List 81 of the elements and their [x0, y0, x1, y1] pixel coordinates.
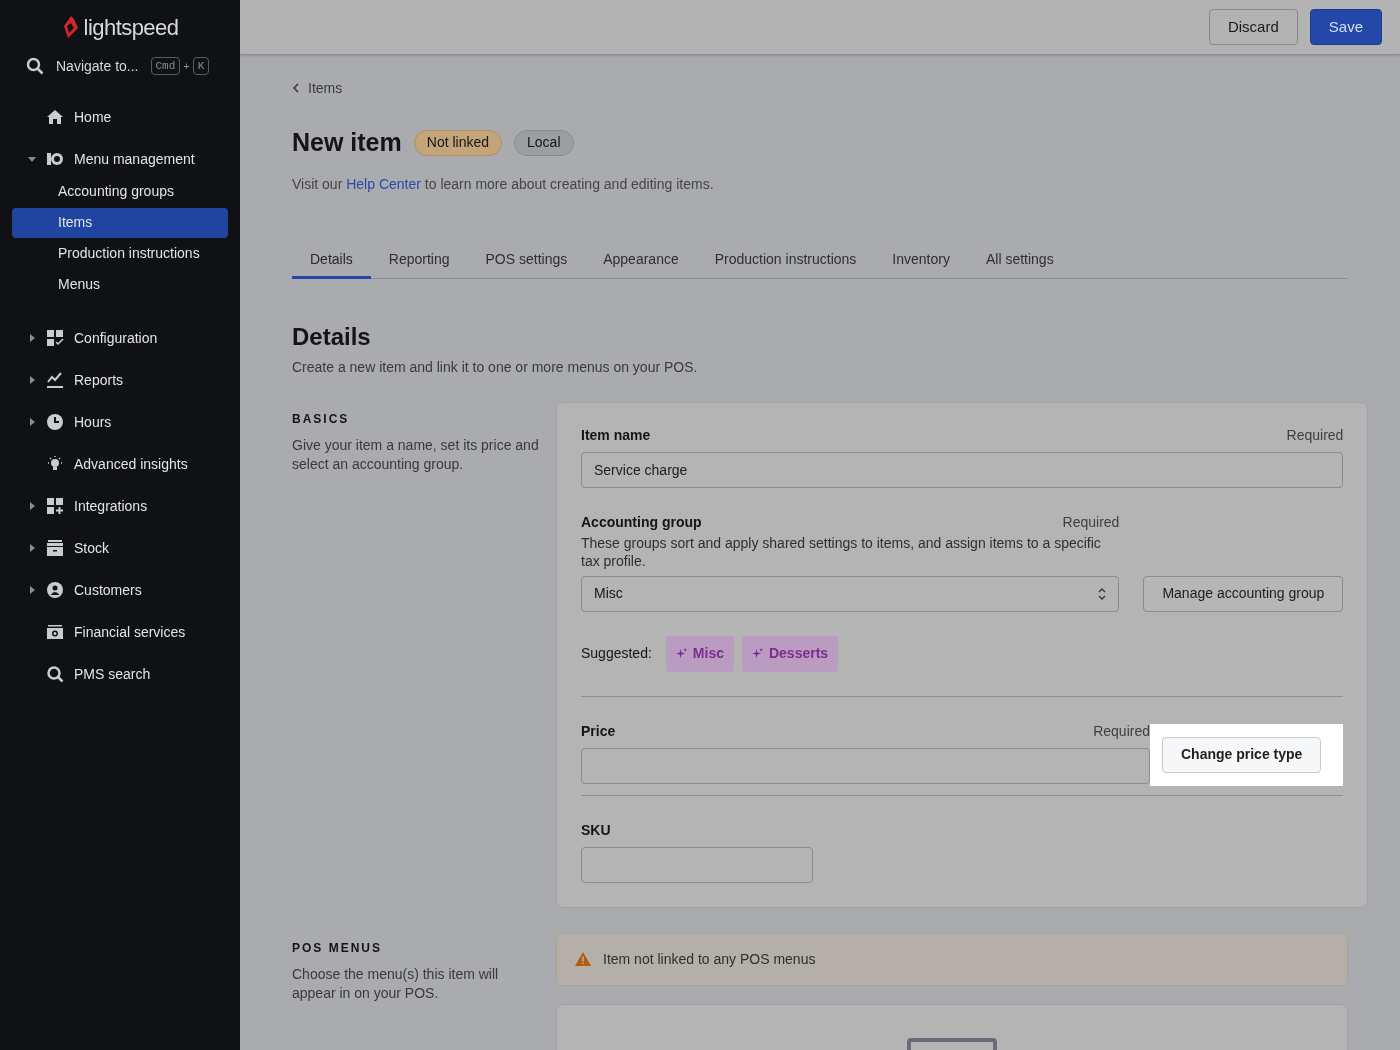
home-icon	[46, 108, 64, 126]
manage-accounting-group-button[interactable]: Manage accounting group	[1143, 575, 1344, 612]
nav-item[interactable]: PMS search	[0, 653, 240, 695]
grid-check-icon	[46, 329, 64, 347]
cash-icon	[46, 623, 64, 641]
nav-item[interactable]: Reports	[0, 359, 240, 401]
field-label: Item name	[581, 425, 651, 445]
tab[interactable]: POS settings	[467, 242, 586, 279]
caret-icon	[28, 155, 36, 163]
tab[interactable]: Details	[292, 242, 371, 279]
logo-text: lightspeed	[83, 13, 179, 42]
navigate-search[interactable]: Navigate to... Cmd + K	[0, 50, 240, 82]
sparkle-icon	[751, 648, 763, 659]
navigate-label: Navigate to...	[56, 56, 139, 76]
plus-sign: +	[183, 58, 190, 74]
clock-icon	[46, 413, 64, 431]
chart-line-icon	[46, 371, 64, 389]
help-text: Visit our Help Center to learn more about creating and editing items.	[292, 174, 715, 194]
tab[interactable]: Reporting	[370, 242, 468, 279]
change-price-type-button[interactable]: Change price type	[1162, 736, 1322, 773]
item-name-input[interactable]: Service charge	[581, 451, 1344, 488]
nav-item[interactable]: Home	[0, 96, 240, 138]
field-label: Accounting group	[581, 512, 702, 532]
nav-item[interactable]: Stock	[0, 527, 240, 569]
nav-item[interactable]: Hours	[0, 401, 240, 443]
flame-logo-icon	[61, 15, 80, 39]
nav-item[interactable]: Financial services	[0, 611, 240, 653]
status-badge: Local	[514, 129, 574, 156]
caret-icon	[28, 502, 36, 510]
plate-icon	[46, 150, 64, 168]
sparkle-icon	[675, 648, 687, 659]
field-label: SKU	[581, 820, 612, 840]
warning-text: Item not linked to any POS menus	[603, 949, 816, 969]
person-circle-icon	[46, 581, 64, 599]
section-heading: Details	[292, 321, 372, 352]
required-label: Required	[1286, 425, 1344, 445]
tab[interactable]: Production instructions	[696, 242, 875, 279]
nav-subitem[interactable]: Items	[12, 207, 228, 238]
nav-subitem[interactable]: Menus	[12, 269, 228, 300]
group-description: Choose the menu(s) this item will appear in on your POS.	[292, 964, 500, 1003]
group-description: Give your item a name, set its price and select an accounting group.	[292, 435, 540, 474]
nav-subitem[interactable]: Production instructions	[12, 238, 228, 269]
sku-input[interactable]	[581, 846, 813, 883]
section-description: Create a new item and link it to one or more menus on your POS.	[292, 357, 699, 377]
save-button[interactable]: Save	[1309, 9, 1382, 45]
status-badge: Not linked	[413, 129, 503, 156]
nav-item[interactable]: Advanced insights	[0, 443, 240, 485]
tab[interactable]: Appearance	[585, 242, 697, 279]
help-center-link[interactable]: Help Center	[346, 175, 421, 192]
page-title: New item	[292, 127, 402, 158]
search-icon	[46, 665, 64, 683]
discard-button[interactable]: Discard	[1208, 9, 1298, 45]
warning-icon	[575, 952, 591, 966]
search-icon	[26, 57, 44, 75]
nav-item[interactable]: Integrations	[0, 485, 240, 527]
group-heading: BASICS	[292, 410, 351, 428]
suggested-label: Suggested:	[581, 644, 652, 663]
nav-item[interactable]: Customers	[0, 569, 240, 611]
tab[interactable]: All settings	[967, 242, 1072, 279]
accounting-group-select[interactable]: Misc	[581, 575, 1120, 612]
field-label: Price	[581, 721, 616, 741]
storage-box-icon	[46, 539, 64, 557]
caret-icon	[28, 544, 36, 552]
keyboard-key: Cmd	[150, 57, 181, 75]
keyboard-key: K	[192, 57, 210, 75]
breadcrumb-link[interactable]: Items	[292, 78, 1348, 98]
lightbulb-icon	[46, 455, 64, 473]
caret-icon	[28, 586, 36, 594]
group-heading: POS MENUS	[292, 939, 383, 957]
tab[interactable]: Inventory	[874, 242, 968, 279]
caret-icon	[28, 334, 36, 342]
caret-icon	[28, 418, 36, 426]
select-arrows-icon	[1098, 587, 1107, 600]
field-hint: These groups sort and apply shared settings to items, and assign items to a specific tax profile.	[581, 533, 1102, 570]
nav-item[interactable]: Configuration	[0, 317, 240, 359]
chevron-left-icon	[292, 83, 300, 93]
required-label: Required	[1093, 721, 1150, 741]
price-input[interactable]	[581, 747, 1150, 784]
caret-icon	[28, 376, 36, 384]
grid-plus-icon	[46, 497, 64, 515]
required-label: Required	[1062, 512, 1120, 532]
